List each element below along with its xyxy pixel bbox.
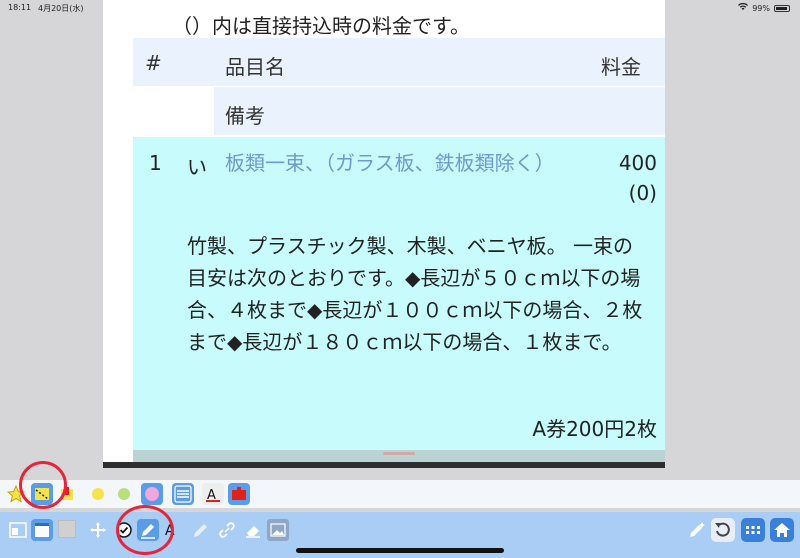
green-circle-color[interactable] <box>118 488 130 500</box>
header-num: # <box>145 51 162 75</box>
annotation-circle-highlight <box>19 461 67 509</box>
row-description: 竹製、プラスチック製、木製、ベニヤ板。 一束の目安は次のとおりです。◆長辺が５０… <box>187 234 643 354</box>
row-item-link[interactable]: 板類一束、（ガラス板、鉄板類除く） <box>225 148 585 178</box>
red-box-icon[interactable] <box>228 483 250 505</box>
row-ticket: A券200円2枚 <box>532 417 657 441</box>
status-time: 18:11 <box>8 3 32 12</box>
window-icon[interactable] <box>31 519 53 541</box>
status-right: 99% <box>738 2 790 13</box>
status-date: 4月20日(水) <box>38 4 84 13</box>
blank-icon[interactable] <box>58 520 76 538</box>
table-row: 1 い 板類一束、（ガラス板、鉄板類除く） 400 (0) 竹製、プラスチック製… <box>133 137 665 450</box>
row-price: 400 (0) <box>619 148 657 208</box>
text-color-icon[interactable]: A <box>202 483 224 505</box>
home-icon[interactable] <box>770 518 794 542</box>
lines-icon[interactable] <box>172 483 194 505</box>
home-indicator[interactable] <box>296 548 504 553</box>
page-bottom-edge <box>103 462 665 468</box>
move-icon[interactable] <box>88 520 108 540</box>
annotation-toolbar: A <box>0 480 800 508</box>
annotation-circle-pen <box>116 505 174 555</box>
grid-icon[interactable] <box>741 518 765 542</box>
undo-icon[interactable] <box>711 518 735 542</box>
eraser-icon[interactable] <box>243 520 263 540</box>
price-note: （）内は直接持込時の料金です。 <box>172 14 470 38</box>
table-header-remarks: 備考 <box>214 87 665 135</box>
wifi-icon <box>738 2 749 13</box>
header-remarks: 備考 <box>225 104 265 128</box>
row-number: 1 <box>149 151 162 175</box>
header-item: 品目名 <box>225 55 285 79</box>
pink-circle-color[interactable] <box>141 483 163 505</box>
header-price: 料金 <box>601 55 641 79</box>
layout-icon[interactable] <box>8 520 28 540</box>
row-price-value: 400 <box>618 151 657 175</box>
document-page[interactable]: （）内は直接持込時の料金です。 # 品目名 料金 備考 1 い 板類一束、（ガラ… <box>103 0 665 462</box>
page-resize-handle[interactable] <box>133 450 665 462</box>
pencil-icon[interactable] <box>191 520 211 540</box>
image-icon[interactable] <box>267 519 289 541</box>
link-icon[interactable] <box>217 520 237 540</box>
magic-pen-icon[interactable] <box>687 520 707 540</box>
table-header: # 品目名 料金 <box>133 38 665 86</box>
row-price-direct: (0) <box>628 181 657 205</box>
row-kana: い <box>187 155 207 179</box>
battery-icon <box>774 4 790 12</box>
yellow-circle-color[interactable] <box>92 488 104 500</box>
battery-text: 99% <box>752 3 770 13</box>
